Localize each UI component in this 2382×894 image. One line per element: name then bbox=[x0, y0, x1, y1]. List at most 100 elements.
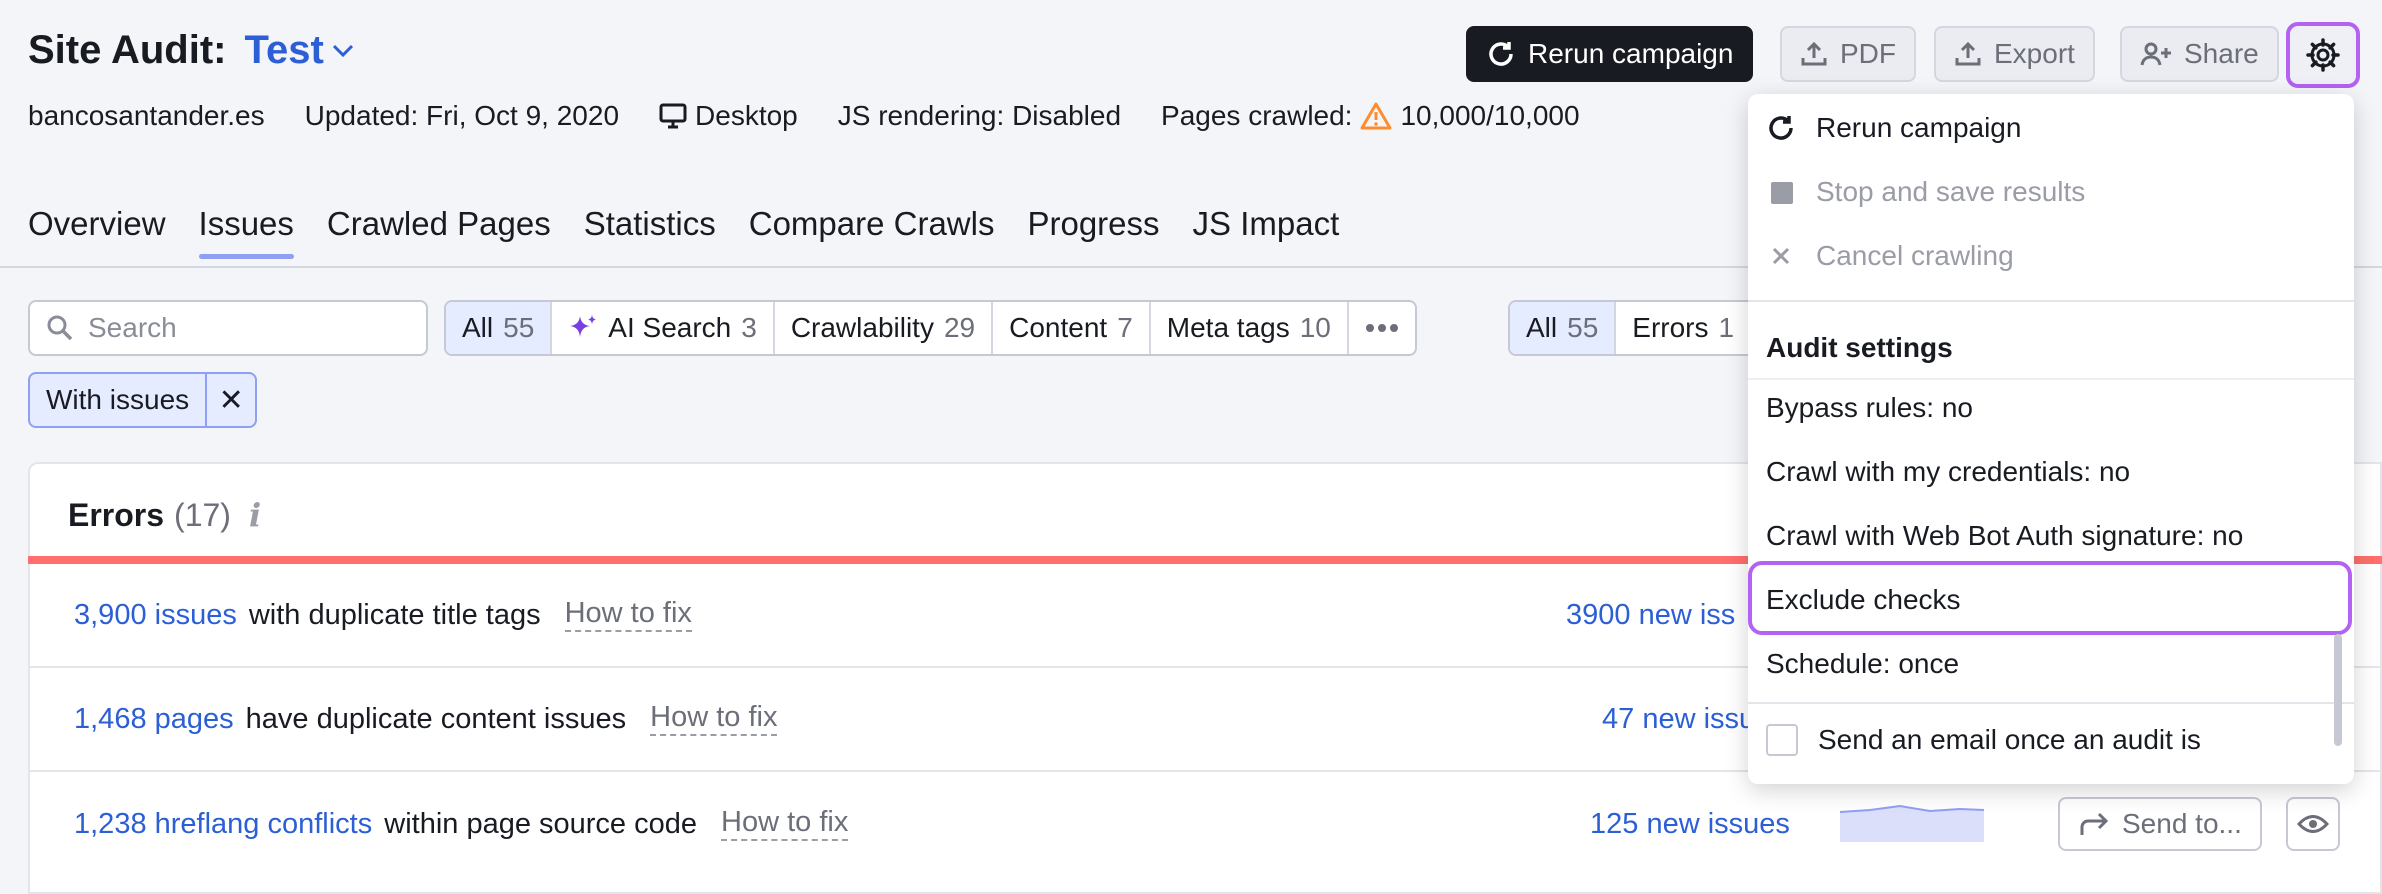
search-placeholder: Search bbox=[88, 312, 177, 343]
send-to-button[interactable]: Send to... bbox=[2058, 797, 2262, 851]
severity-count: 1 bbox=[1718, 312, 1735, 343]
sparkle-icon bbox=[570, 315, 597, 337]
filter-count: 55 bbox=[503, 312, 535, 343]
severity-all[interactable]: All 55 bbox=[1510, 302, 1617, 354]
severity-label: All bbox=[1526, 312, 1558, 343]
tab-js-impact[interactable]: JS Impact bbox=[1193, 205, 1340, 259]
pdf-button[interactable]: PDF bbox=[1780, 26, 1916, 82]
export-button[interactable]: Export bbox=[1934, 26, 2095, 82]
eye-icon bbox=[2297, 815, 2329, 833]
page-title: Site Audit: Test bbox=[28, 28, 354, 73]
search-input[interactable]: Search bbox=[28, 300, 428, 356]
filter-label: All bbox=[462, 312, 494, 343]
menu-label: Crawl with my credentials: no bbox=[1766, 456, 2131, 487]
chevron-down-icon bbox=[332, 44, 353, 57]
filter-label: Crawlability bbox=[790, 312, 934, 343]
menu-label: Schedule: once bbox=[1766, 648, 1960, 679]
gear-icon bbox=[2306, 38, 2340, 72]
issue-text: have duplicate content issues bbox=[245, 702, 627, 735]
filter-count: 7 bbox=[1117, 312, 1133, 343]
severity-label: Errors bbox=[1632, 312, 1709, 343]
project-name: Test bbox=[244, 28, 324, 72]
new-issues-link[interactable]: 47 new issu bbox=[1602, 668, 1755, 770]
email-checkbox[interactable] bbox=[1766, 724, 1798, 756]
severity-errors[interactable]: Errors 1 bbox=[1616, 302, 1750, 354]
pages-crawled: Pages crawled: 10,000/10,000 bbox=[1161, 100, 1580, 132]
menu-label: Stop and save results bbox=[1816, 176, 2086, 207]
new-issues-link[interactable]: 3900 new iss bbox=[1566, 564, 1735, 666]
tab-issues[interactable]: Issues bbox=[198, 205, 295, 259]
tab-bar: Overview Issues Crawled Pages Statistics… bbox=[28, 205, 1339, 259]
errors-count: (17) bbox=[174, 496, 231, 533]
chip-label: With issues bbox=[30, 374, 208, 426]
issue-row: 1,238 hreflang conflicts within page sou… bbox=[28, 772, 2382, 876]
share-arrow-icon bbox=[2080, 812, 2109, 835]
filter-all[interactable]: All 55 bbox=[446, 302, 553, 354]
device-text: Desktop bbox=[695, 100, 798, 131]
upload-icon bbox=[1801, 41, 1827, 66]
more-filters-button[interactable] bbox=[1349, 302, 1415, 354]
menu-label: Exclude checks bbox=[1766, 584, 1961, 615]
menu-crawl-credentials[interactable]: Crawl with my credentials: no bbox=[1766, 456, 2130, 488]
issue-text: within page source code bbox=[384, 807, 698, 840]
menu-exclude-checks[interactable]: Exclude checks bbox=[1766, 584, 1961, 616]
rerun-campaign-button[interactable]: Rerun campaign bbox=[1466, 26, 1754, 82]
with-issues-chip: With issues ✕ bbox=[28, 372, 258, 428]
menu-bypass-rules[interactable]: Bypass rules: no bbox=[1766, 392, 1973, 424]
tab-compare-crawls[interactable]: Compare Crawls bbox=[749, 205, 995, 259]
issue-link[interactable]: 1,238 hreflang conflicts bbox=[74, 808, 372, 841]
menu-cancel-crawling[interactable]: Cancel crawling bbox=[1766, 240, 2014, 272]
menu-email-notification[interactable]: Send an email once an audit is bbox=[1766, 724, 2201, 756]
errors-heading: Errors (17) i bbox=[68, 496, 261, 534]
stop-icon bbox=[1771, 182, 1793, 204]
issue-link[interactable]: 3,900 issues bbox=[74, 599, 237, 632]
how-to-fix-link[interactable]: How to fix bbox=[650, 701, 778, 736]
pdf-label: PDF bbox=[1840, 38, 1896, 69]
desktop-icon bbox=[659, 103, 687, 129]
share-button[interactable]: Share bbox=[2120, 26, 2279, 82]
refresh-icon bbox=[1769, 116, 1793, 140]
share-label: Share bbox=[2184, 38, 2259, 69]
settings-button[interactable] bbox=[2286, 22, 2360, 88]
issue-link[interactable]: 1,468 pages bbox=[74, 703, 234, 736]
menu-label: Rerun campaign bbox=[1816, 112, 2022, 143]
severity-filter: All 55 Errors 1 bbox=[1508, 300, 1768, 356]
menu-schedule[interactable]: Schedule: once bbox=[1766, 648, 1959, 680]
how-to-fix-link[interactable]: How to fix bbox=[721, 806, 849, 841]
menu-label: Bypass rules: no bbox=[1766, 392, 1973, 423]
filter-label: Meta tags bbox=[1166, 312, 1290, 343]
tab-overview[interactable]: Overview bbox=[28, 205, 166, 259]
warning-icon bbox=[1360, 102, 1392, 130]
info-icon[interactable]: i bbox=[249, 496, 261, 534]
menu-rerun-campaign[interactable]: Rerun campaign bbox=[1766, 112, 2021, 144]
pages-crawled-label: Pages crawled: bbox=[1161, 100, 1353, 131]
filter-label: AI Search bbox=[608, 312, 732, 343]
menu-divider bbox=[1748, 300, 2354, 302]
trend-sparkline bbox=[1840, 804, 1984, 842]
search-icon bbox=[47, 315, 73, 341]
filter-crawlability[interactable]: Crawlability 29 bbox=[775, 302, 994, 354]
title-label: Site Audit: bbox=[28, 28, 227, 72]
menu-scrollbar[interactable] bbox=[2334, 634, 2342, 746]
filter-ai-search[interactable]: AI Search 3 bbox=[552, 302, 775, 354]
close-icon[interactable]: ✕ bbox=[207, 383, 255, 418]
close-icon bbox=[1772, 247, 1790, 265]
how-to-fix-link[interactable]: How to fix bbox=[564, 597, 692, 632]
js-rendering-text: JS rendering: Disabled bbox=[837, 100, 1122, 131]
menu-label: Cancel crawling bbox=[1816, 240, 2014, 271]
add-user-icon bbox=[2140, 42, 2171, 66]
menu-stop-save[interactable]: Stop and save results bbox=[1766, 176, 2085, 208]
menu-divider bbox=[1748, 702, 2354, 704]
tab-crawled-pages[interactable]: Crawled Pages bbox=[327, 205, 551, 259]
project-selector[interactable]: Test bbox=[245, 28, 354, 73]
menu-web-bot-auth[interactable]: Crawl with Web Bot Auth signature: no bbox=[1766, 520, 2243, 552]
filter-content[interactable]: Content 7 bbox=[993, 302, 1151, 354]
view-button[interactable] bbox=[2286, 797, 2340, 851]
tab-progress[interactable]: Progress bbox=[1027, 205, 1159, 259]
tab-statistics[interactable]: Statistics bbox=[584, 205, 716, 259]
new-issues-link[interactable]: 125 new issues bbox=[1590, 772, 1790, 876]
menu-label: Crawl with Web Bot Auth signature: no bbox=[1766, 520, 2244, 551]
audit-meta: bancosantander.es Updated: Fri, Oct 9, 2… bbox=[28, 100, 1580, 132]
export-label: Export bbox=[1994, 38, 2075, 69]
filter-meta-tags[interactable]: Meta tags 10 bbox=[1151, 302, 1349, 354]
